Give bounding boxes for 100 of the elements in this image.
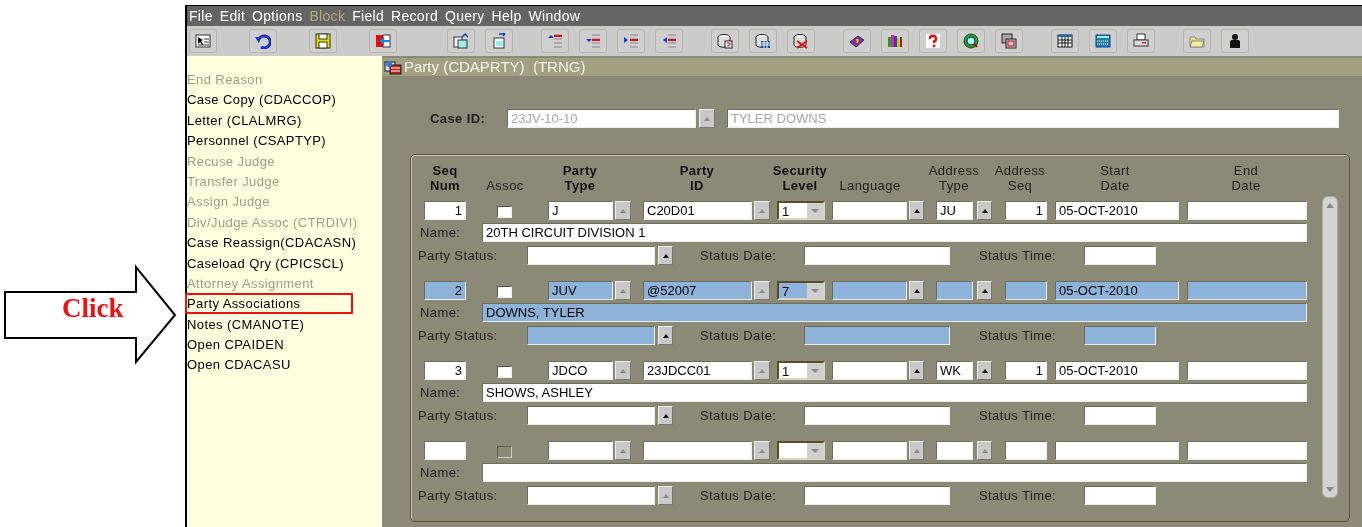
menu-item[interactable]: Help — [490, 7, 528, 25]
party-type-field[interactable]: J — [548, 201, 613, 220]
address-type-field[interactable]: WK — [936, 361, 973, 380]
toolbar-button[interactable] — [189, 29, 217, 53]
party-status-field[interactable] — [527, 326, 655, 345]
sidebar-item[interactable]: Case Copy (CDACCOP) — [185, 89, 382, 110]
start-date-field[interactable]: 05-OCT-2010 — [1055, 281, 1179, 300]
end-date-field[interactable] — [1187, 201, 1307, 220]
assoc-checkbox[interactable] — [497, 366, 512, 378]
status-date-field[interactable] — [804, 486, 950, 505]
address-seq-field[interactable]: 1 — [1005, 201, 1047, 220]
caret-icon — [662, 413, 669, 418]
language-field[interactable] — [832, 361, 907, 380]
address-seq-field[interactable] — [1005, 281, 1047, 300]
security-level-dropdown[interactable]: 1 — [777, 201, 825, 220]
toolbar-button[interactable] — [1221, 29, 1249, 53]
status-time-field[interactable] — [1084, 326, 1156, 345]
sidebar-item[interactable]: Notes (CMANOTE) — [185, 313, 382, 335]
status-time-field[interactable] — [1084, 406, 1156, 425]
menu-item[interactable]: Field — [351, 7, 391, 25]
database-delete-icon — [793, 33, 809, 49]
start-date-field[interactable] — [1055, 441, 1179, 460]
party-status-field[interactable] — [527, 406, 655, 425]
seq-field[interactable]: 1 — [424, 201, 466, 220]
toolbar-button[interactable] — [711, 29, 739, 53]
status-date-field[interactable] — [804, 246, 950, 265]
save-icon — [315, 33, 331, 49]
security-level-dropdown[interactable]: 7 — [777, 281, 825, 300]
menu-item[interactable]: Window — [527, 7, 587, 25]
seq-field[interactable]: 3 — [424, 361, 466, 380]
start-date-field[interactable]: 05-OCT-2010 — [1055, 361, 1179, 380]
sidebar-item[interactable]: Personnel (CSAPTYP) — [185, 130, 382, 151]
name-field[interactable]: SHOWS, ASHLEY — [482, 383, 1307, 402]
list-button[interactable] — [658, 246, 673, 265]
party-type-field[interactable]: JUV — [548, 281, 613, 300]
menu-item[interactable]: Query — [444, 7, 491, 25]
menu-item[interactable]: File — [188, 7, 219, 25]
caret-icon — [620, 448, 626, 453]
list-button[interactable] — [658, 326, 673, 345]
party-id-field[interactable] — [643, 441, 752, 460]
party-id-field[interactable]: C20D01 — [643, 201, 752, 220]
field-label: Status Time: — [979, 326, 1058, 345]
address-seq-field[interactable]: 1 — [1005, 361, 1047, 380]
language-field[interactable] — [832, 201, 907, 220]
status-time-field[interactable] — [1084, 246, 1156, 265]
list-button[interactable] — [977, 361, 992, 380]
field-label: Party Status: — [418, 326, 499, 345]
address-seq-field[interactable] — [1005, 441, 1047, 460]
party-status-field[interactable] — [527, 486, 655, 505]
status-time-field[interactable] — [1084, 486, 1156, 505]
name-field[interactable]: DOWNS, TYLER — [482, 303, 1307, 322]
toolbar-button[interactable] — [309, 29, 337, 53]
menu-item[interactable]: Options — [251, 7, 309, 25]
status-date-field[interactable] — [804, 326, 950, 345]
sidebar-item[interactable]: Party Associations — [185, 293, 353, 314]
start-date-field[interactable]: 05-OCT-2010 — [1055, 201, 1179, 220]
name-field[interactable]: 20TH CIRCUIT DIVISION 1 — [482, 223, 1307, 242]
party-status-field[interactable] — [527, 246, 655, 265]
end-date-field[interactable] — [1187, 441, 1307, 460]
list-button[interactable] — [977, 281, 992, 300]
field-label: Case ID: — [430, 109, 487, 128]
end-date-field[interactable] — [1187, 361, 1307, 380]
caret-icon — [662, 493, 669, 498]
sidebar-item[interactable]: Open CDACASU — [185, 354, 382, 375]
address-type-field[interactable] — [936, 441, 973, 460]
list-button[interactable] — [658, 406, 673, 425]
list-button[interactable] — [909, 361, 924, 380]
list-button[interactable] — [909, 201, 924, 220]
toolbar-button[interactable] — [749, 29, 777, 53]
address-type-field[interactable]: JU — [936, 201, 973, 220]
language-field[interactable] — [832, 281, 907, 300]
toolbar-button[interactable] — [957, 29, 985, 53]
sidebar-item[interactable]: Caseload Qry (CPICSCL) — [185, 252, 382, 273]
end-date-field[interactable] — [1187, 281, 1307, 300]
caret-icon — [913, 288, 920, 293]
toolbar-button[interactable] — [1051, 29, 1079, 53]
toolbar-button[interactable] — [843, 29, 871, 53]
list-button[interactable] — [909, 281, 924, 300]
field-label: Status Date: — [700, 246, 778, 265]
assoc-checkbox[interactable] — [497, 206, 512, 218]
name-field[interactable] — [482, 463, 1307, 482]
security-level-dropdown[interactable] — [777, 441, 825, 460]
status-date-field[interactable] — [804, 406, 950, 425]
list-button[interactable] — [977, 201, 992, 220]
column-header: Address Type — [927, 163, 981, 193]
party-id-field[interactable]: 23JDCC01 — [643, 361, 752, 380]
address-type-field[interactable] — [936, 281, 973, 300]
sidebar-item[interactable]: Case Reassign(CDACASN) — [185, 232, 382, 253]
party-id-field[interactable]: @52007 — [643, 281, 752, 300]
party-type-field[interactable] — [548, 441, 613, 460]
sidebar-item[interactable]: Open CPAIDEN — [185, 334, 382, 355]
security-level-dropdown[interactable]: 1 — [777, 361, 825, 380]
seq-field[interactable]: 2 — [424, 281, 466, 300]
assoc-checkbox[interactable] — [497, 286, 512, 298]
menu-item[interactable]: Record — [390, 7, 444, 25]
language-field[interactable] — [832, 441, 907, 460]
party-type-field[interactable]: JDCO — [548, 361, 613, 380]
menu-item[interactable]: Edit — [218, 7, 252, 25]
seq-field[interactable] — [424, 441, 466, 460]
sidebar-item[interactable]: Letter (CLALMRG) — [185, 109, 382, 131]
